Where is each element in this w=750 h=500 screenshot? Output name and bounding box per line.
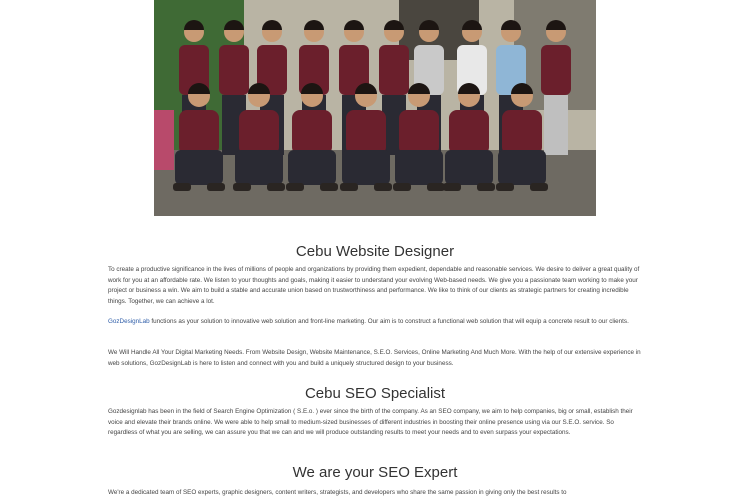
main-content: Cebu Website Designer To create a produc… [108,0,642,500]
section-heading-designer: Cebu Website Designer [295,243,455,260]
seo-expert-paragraph: We're a dedicated team of SEO experts, g… [108,489,567,496]
section-heading-seo-specialist: Cebu SEO Specialist [304,385,446,402]
designer-paragraph-1: To create a productive significance in t… [108,266,640,305]
section-heading-seo-expert: We are your SEO Expert [292,464,458,481]
page: Cebu Website Designer To create a produc… [0,0,750,500]
seo-specialist-paragraph: Gozdesignlab has been in the field of Se… [108,408,633,436]
designer-paragraph-2: GozDesignLab functions as your solution … [108,317,629,328]
designer-paragraph-2-text: functions as your solution to innovative… [149,318,629,325]
designer-paragraph-3: We Will Handle All Your Digital Marketin… [108,349,641,367]
gozdesignlab-link[interactable]: GozDesignLab [108,318,150,325]
